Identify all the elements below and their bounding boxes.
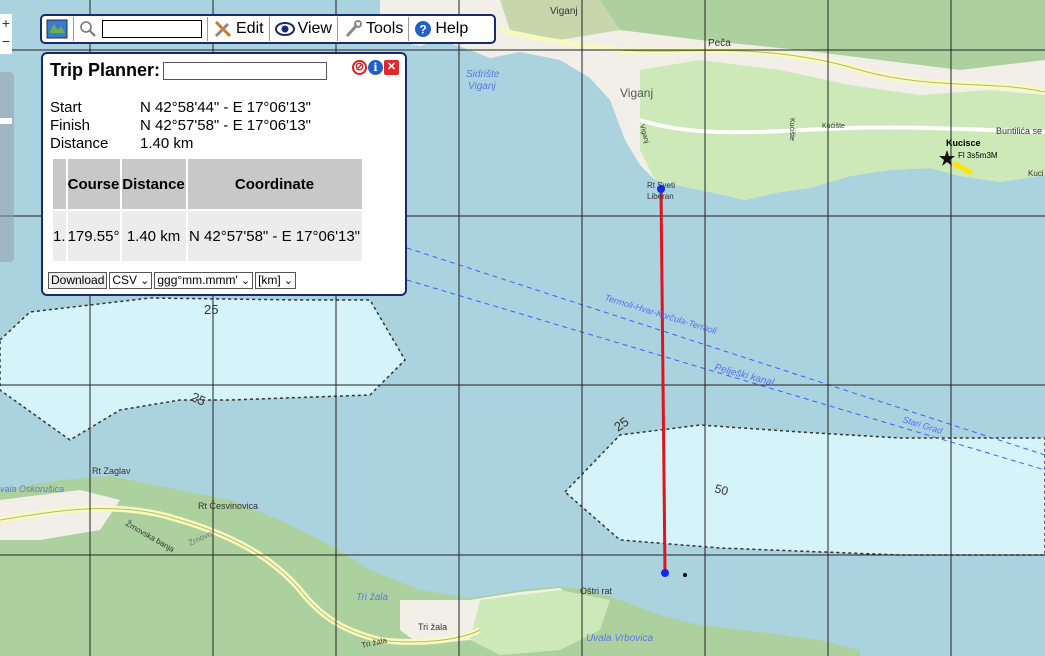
label-light: Fl 3s5m3M <box>958 151 998 160</box>
trip-planner-panel: Trip Planner: ⊘ i ✕ Start N 42°58'44" - E… <box>41 52 407 296</box>
label-liberan: Liberan <box>647 192 674 201</box>
label-rt-zaglav: Rt Zaglav <box>92 466 131 476</box>
distance-label: Distance <box>50 135 109 152</box>
label-rt-cesvinovica: Rt Česvinovica <box>198 501 258 511</box>
column-header-coordinate: Coordinate <box>187 159 362 209</box>
cell-coordinate: N 42°57'58" - E 17°06'13" <box>187 211 362 261</box>
start-value: N 42°58'44" - E 17°06'13" <box>140 99 311 116</box>
help-label: Help <box>435 20 469 37</box>
coordinate-format-select[interactable]: ggg°mm.mmm' <box>154 272 254 289</box>
view-label: View <box>297 20 332 37</box>
help-button[interactable]: ? Help <box>411 20 471 38</box>
start-label: Start <box>50 99 82 116</box>
label-tri-zala-sea: Tri žala <box>356 592 388 603</box>
eye-icon <box>274 22 295 36</box>
tools-label: Tools <box>365 20 404 37</box>
trip-summary: Start N 42°58'44" - E 17°06'13" Finish N 4… <box>50 99 311 153</box>
finish-label: Finish <box>50 117 91 134</box>
trip-name-input[interactable] <box>163 62 327 80</box>
column-header-course: Course <box>67 159 120 209</box>
table-row[interactable]: 1. 179.55° 1.40 km N 42°57'58" - E 17°06… <box>53 211 362 261</box>
label-kuciste: Kućište <box>822 123 845 130</box>
label-buntilica: Buntilića se <box>996 126 1042 136</box>
unit-select[interactable]: [km] <box>255 272 297 289</box>
column-header-distance: Distance <box>121 159 186 209</box>
main-toolbar: Edit View Tools ? Help <box>40 14 496 44</box>
label-kuciste-road: Kućište <box>788 118 795 141</box>
cell-distance: 1.40 km <box>121 211 186 261</box>
search-input[interactable] <box>102 20 202 38</box>
cancel-icon[interactable]: ⊘ <box>352 60 367 75</box>
label-viganj-town: Viganj <box>620 86 653 100</box>
help-icon: ? <box>415 21 432 37</box>
format-select[interactable]: CSV <box>109 272 153 289</box>
tools-icon <box>214 20 232 38</box>
search-icon <box>80 21 96 37</box>
label-tri-zala-1: Tri žala <box>418 622 447 632</box>
zoom-control: + − <box>0 14 12 54</box>
label-viganj-top: Viganj <box>550 6 578 17</box>
label-ostri-rat: Oštri rat <box>580 586 613 596</box>
panel-actions: ⊘ i ✕ <box>352 60 399 75</box>
label-uvala-vrbovica: Uvala Vrbovica <box>586 633 654 644</box>
label-rt-sveti: Rt Sveti <box>647 181 675 190</box>
tools-button[interactable]: Tools <box>340 19 406 39</box>
shallow-zone-east <box>563 424 1045 556</box>
view-button[interactable]: View <box>272 20 335 38</box>
wrench-icon <box>345 20 362 38</box>
cell-index: 1. <box>53 211 66 261</box>
column-header-index <box>53 159 66 209</box>
cell-course: 179.55° <box>67 211 120 261</box>
trip-legs-table: Course Distance Coordinate 1. 179.55° 1.… <box>51 157 364 263</box>
layer-switcher-strip[interactable] <box>0 72 14 262</box>
edit-label: Edit <box>236 20 264 37</box>
info-icon[interactable]: i <box>368 60 383 75</box>
label-kucisce: Kucisce <box>946 138 981 148</box>
finish-value: N 42°57'58" - E 17°06'13" <box>140 117 311 134</box>
map-icon <box>46 19 68 39</box>
label-viganj-italic: Viganj <box>468 81 496 92</box>
trip-planner-title: Trip Planner: <box>50 60 161 80</box>
edit-button[interactable]: Edit <box>210 19 267 39</box>
zoom-out-button[interactable]: − <box>0 32 12 50</box>
label-uvala-oskorusica: vala Oskorušica <box>0 484 64 494</box>
route-end-point <box>661 569 669 577</box>
search-control <box>76 20 205 38</box>
download-button[interactable]: Download <box>48 272 108 289</box>
distance-value: 1.40 km <box>140 135 194 152</box>
close-icon[interactable]: ✕ <box>384 60 399 75</box>
label-sidriste: Sidrište <box>466 69 500 80</box>
label-peca: Peča <box>708 38 731 49</box>
export-controls: Download CSV ggg°mm.mmm' [km] <box>48 272 297 289</box>
map-menu-button[interactable] <box>42 19 71 39</box>
svg-text:?: ? <box>420 23 427 37</box>
zoom-in-button[interactable]: + <box>0 14 12 32</box>
label-depth-25-a: 25 <box>204 302 218 317</box>
label-kuci-edge: Kuci <box>1028 169 1044 178</box>
